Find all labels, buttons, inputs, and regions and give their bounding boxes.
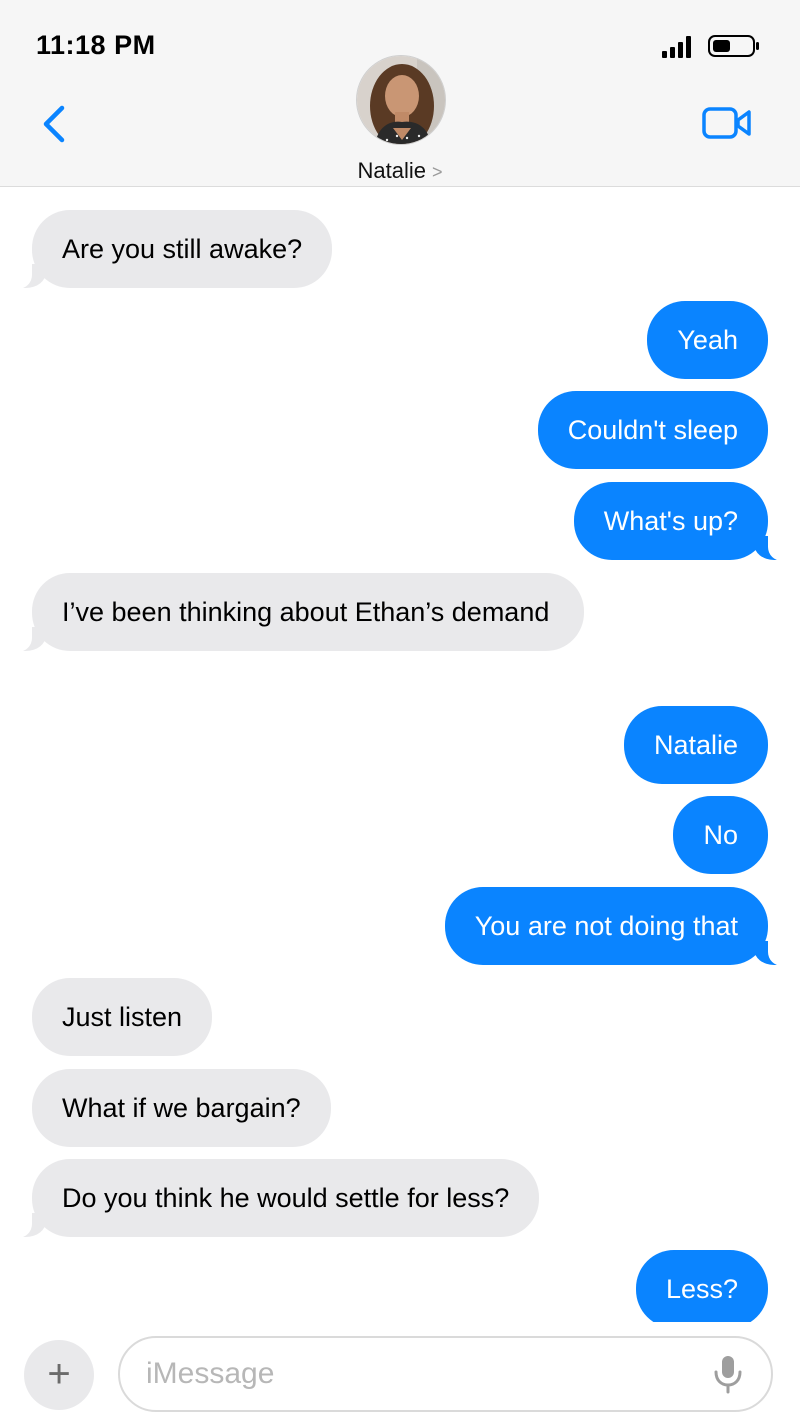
conversation-header: 11:18 PM Natalie > — [0, 0, 800, 187]
message-received[interactable]: Just listen — [32, 978, 213, 1056]
message-sent[interactable]: Yeah — [647, 301, 768, 379]
microphone-icon[interactable] — [712, 1354, 744, 1394]
contact-avatar[interactable] — [356, 55, 446, 145]
message-sent[interactable]: Less? — [635, 1250, 768, 1322]
video-camera-icon[interactable] — [702, 105, 752, 141]
message-received[interactable]: Do you think he would settle for less? — [5, 1159, 540, 1238]
message-received[interactable]: What if we bargain? — [32, 1069, 331, 1147]
message-sent[interactable]: Couldn't sleep — [537, 391, 768, 469]
contact-name[interactable]: Natalie > — [0, 158, 800, 184]
message-received[interactable]: I’ve been thinking about Ethan’s demand — [6, 573, 584, 652]
imessage-input[interactable] — [118, 1336, 773, 1412]
battery-icon — [708, 35, 759, 57]
message-sent[interactable]: Natalie — [623, 706, 768, 784]
chevron-left-icon[interactable] — [40, 104, 70, 144]
status-time: 11:18 PM — [36, 30, 156, 60]
chevron-right-icon: > — [431, 162, 443, 182]
message-received[interactable]: Are you still awake? — [5, 210, 333, 289]
plus-icon: + — [47, 1352, 71, 1396]
message-sent[interactable]: You are not doing that — [444, 887, 795, 966]
compose-bar: + — [0, 1322, 800, 1422]
contact-name-label[interactable]: Natalie — [358, 158, 426, 183]
message-sent[interactable]: What's up? — [573, 482, 795, 561]
add-attachment-button[interactable]: + — [24, 1340, 94, 1410]
signal-bars-icon — [662, 36, 691, 58]
message-thread[interactable]: Are you still awake? Yeah Couldn't sleep… — [0, 187, 800, 1322]
message-sent[interactable]: No — [673, 796, 768, 874]
